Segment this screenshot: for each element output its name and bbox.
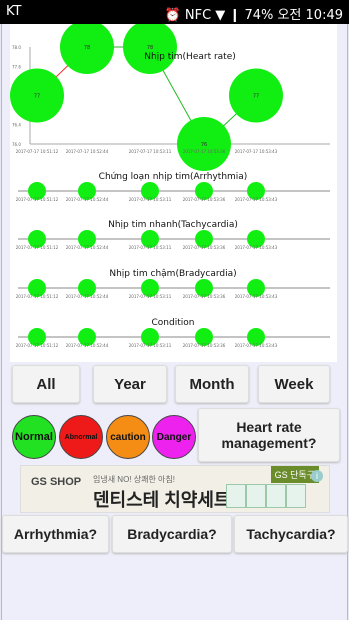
x-tick-label: 2017-07-17 10:53:11 xyxy=(129,197,172,202)
data-label: 78 xyxy=(84,45,90,51)
data-label: 77 xyxy=(253,94,259,100)
x-tick-label: 2017-07-17 10:52:44 xyxy=(66,245,109,250)
x-tick-label: 2017-07-17 10:53:11 xyxy=(129,343,172,348)
abnormal-status-circle[interactable]: Abnormal xyxy=(59,415,103,459)
x-tick-label: 2017-07-17 10:53:36 xyxy=(183,343,226,348)
all-button[interactable]: All xyxy=(12,365,80,403)
charts-svg: 78.077.677.276.876.476.07778787677Nhịp t… xyxy=(10,20,330,348)
ad-title: 덴티스테 치약세트 xyxy=(93,490,231,510)
x-tick-label: 2017-07-17 10:51:12 xyxy=(16,245,59,250)
x-tick-label: 2017-07-17 10:53:11 xyxy=(129,149,172,154)
y-tick-label: 77.6 xyxy=(12,64,21,69)
chart-title: Chứng loạn nhịp tim(Arrhythmia) xyxy=(99,172,248,182)
tachycardia-button[interactable]: Tachycardia? xyxy=(234,515,348,553)
x-tick-label: 2017-07-17 10:53:11 xyxy=(129,294,172,299)
year-button[interactable]: Year xyxy=(93,365,167,403)
danger-status-circle[interactable]: Danger xyxy=(152,415,196,459)
y-tick-label: 78.0 xyxy=(12,45,21,50)
x-tick-label: 2017-07-17 10:51:12 xyxy=(16,294,59,299)
x-tick-label: 2017-07-17 10:52:44 xyxy=(66,149,109,154)
x-tick-label: 2017-07-17 10:53:36 xyxy=(183,197,226,202)
x-tick-label: 2017-07-17 10:52:44 xyxy=(66,197,109,202)
chart-title: Condition xyxy=(152,318,195,328)
status-bar: KT ⏰ NFC ▼ ❙ 74% 오전 10:49 xyxy=(0,0,349,24)
x-tick-label: 2017-07-17 10:53:36 xyxy=(183,149,226,154)
chart-title: Nhịp tim nhanh(Tachycardia) xyxy=(108,220,238,230)
week-button[interactable]: Week xyxy=(258,365,330,403)
x-tick-label: 2017-07-17 10:53:43 xyxy=(235,245,278,250)
ad-product-image xyxy=(246,484,266,508)
chart-title: Nhịp tim(Heart rate) xyxy=(144,52,236,62)
ad-product-image xyxy=(226,484,246,508)
x-tick-label: 2017-07-17 10:51:12 xyxy=(16,197,59,202)
month-button[interactable]: Month xyxy=(175,365,249,403)
ad-info-icon[interactable]: i xyxy=(311,470,323,482)
x-tick-label: 2017-07-17 10:53:43 xyxy=(235,197,278,202)
chart-panel: 78.077.677.276.876.476.07778787677Nhịp t… xyxy=(10,20,337,362)
ad-tagline: 임냉새 NO! 상쾌한 아침! xyxy=(93,475,175,484)
ad-product-image xyxy=(286,484,306,508)
y-tick-label: 76.4 xyxy=(12,123,21,128)
x-tick-label: 2017-07-17 10:51:12 xyxy=(16,149,59,154)
data-label: 76 xyxy=(201,142,207,148)
data-label: 78 xyxy=(147,45,153,51)
x-tick-label: 2017-07-17 10:51:12 xyxy=(16,343,59,348)
y-tick-label: 76.0 xyxy=(12,142,21,147)
status-indicators: ⏰ NFC ▼ ❙ 74% 오전 10:49 xyxy=(164,8,343,23)
x-tick-label: 2017-07-17 10:53:43 xyxy=(235,294,278,299)
chart-title: Nhịp tim chậm(Bradycardia) xyxy=(109,269,236,279)
caution-status-circle[interactable]: caution xyxy=(106,415,150,459)
bradycardia-button[interactable]: Bradycardia? xyxy=(112,515,232,553)
arrhythmia-button[interactable]: Arrhythmia? xyxy=(2,515,109,553)
x-tick-label: 2017-07-17 10:53:43 xyxy=(235,343,278,348)
x-tick-label: 2017-07-17 10:52:44 xyxy=(66,343,109,348)
x-tick-label: 2017-07-17 10:52:44 xyxy=(66,294,109,299)
x-tick-label: 2017-07-17 10:53:36 xyxy=(183,294,226,299)
ad-brand: GS SHOP xyxy=(31,476,82,488)
carrier-label: KT xyxy=(6,4,22,19)
heart-rate-management-button[interactable]: Heart rate management? xyxy=(198,408,340,462)
x-tick-label: 2017-07-17 10:53:43 xyxy=(235,149,278,154)
normal-status-circle[interactable]: Normal xyxy=(12,415,56,459)
ad-banner[interactable]: GS SHOP 임냉새 NO! 상쾌한 아침! 덴티스테 치약세트 GS 단독구… xyxy=(20,465,330,513)
x-tick-label: 2017-07-17 10:53:11 xyxy=(129,245,172,250)
data-label: 77 xyxy=(34,94,40,100)
ad-product-image xyxy=(266,484,286,508)
x-tick-label: 2017-07-17 10:53:36 xyxy=(183,245,226,250)
